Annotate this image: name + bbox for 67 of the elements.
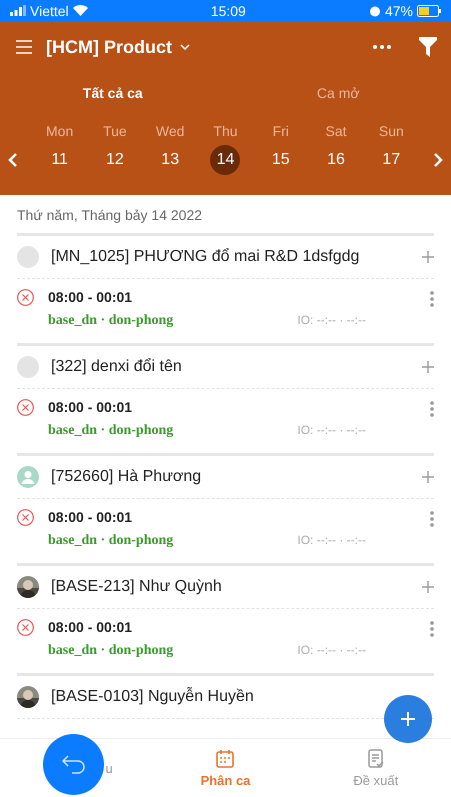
- chevron-down-icon[interactable]: [180, 44, 190, 50]
- tab[interactable]: Ca mở: [226, 75, 451, 111]
- shift-time: 08:00 - 00:01: [48, 509, 134, 525]
- date-button[interactable]: 13: [155, 145, 186, 175]
- employee-name: [322] denxi đổi tên: [51, 358, 183, 376]
- previous-week-button[interactable]: [8, 152, 18, 168]
- alarm-icon: [368, 4, 381, 16]
- add-shift-button[interactable]: [422, 471, 434, 483]
- date-button[interactable]: 14: [210, 145, 240, 175]
- add-shift-button[interactable]: [422, 361, 434, 373]
- employee-name: [BASE-0103] Nguyễn Huyền: [51, 688, 255, 706]
- cancel-icon: [17, 399, 34, 416]
- cancel-icon: [17, 509, 34, 526]
- add-shift-button[interactable]: [422, 251, 434, 263]
- employee-name: [BASE-213] Như Quỳnh: [51, 578, 223, 596]
- document-icon: [366, 748, 385, 768]
- nav-tab[interactable]: u: [0, 739, 150, 797]
- check-in-out-time: IO: --:-- · --:--: [297, 423, 366, 439]
- shift-time: 08:00 - 00:01: [48, 289, 134, 305]
- calendar-icon: [215, 748, 236, 768]
- check-in-out-time: IO: --:-- · --:--: [297, 313, 366, 329]
- plus-icon: [400, 711, 416, 727]
- weekday-label: Wed: [156, 123, 184, 139]
- next-week-button[interactable]: [433, 152, 443, 168]
- weekday-label: Tue: [103, 123, 127, 139]
- shift-location: base_dn · don-phong: [48, 313, 174, 329]
- nav-tab[interactable]: Đề xuất: [300, 739, 451, 797]
- shift-time: 08:00 - 00:01: [48, 399, 134, 415]
- clock-time: 15:09: [210, 2, 246, 18]
- weekday-label: Mon: [46, 123, 74, 139]
- date-button[interactable]: 11: [44, 145, 75, 175]
- date-button[interactable]: 12: [100, 145, 130, 175]
- battery-icon: [417, 4, 441, 16]
- date-button[interactable]: 15: [266, 145, 296, 175]
- shift-location: base_dn · don-phong: [48, 423, 174, 439]
- check-in-out-time: IO: --:-- · --:--: [297, 643, 366, 659]
- employee-name: [752660] Hà Phương: [51, 468, 202, 486]
- weekday-label: Fri: [272, 123, 289, 139]
- more-button[interactable]: [373, 45, 391, 49]
- carrier-name: Viettel: [30, 2, 69, 18]
- menu-button[interactable]: [16, 40, 32, 54]
- battery-percent: 47%: [384, 2, 413, 18]
- avatar: [17, 356, 39, 378]
- nav-tab[interactable]: Phân ca: [150, 739, 301, 797]
- back-arrow-icon: [60, 754, 86, 776]
- avatar: [17, 246, 39, 268]
- shift-location: base_dn · don-phong: [48, 533, 174, 549]
- weekday-label: Sun: [378, 123, 404, 139]
- weekday-label: Sat: [326, 123, 347, 139]
- date-heading: Thứ năm, Tháng bảy 14 2022: [17, 206, 204, 225]
- date-button[interactable]: 16: [321, 145, 352, 175]
- shift-location: base_dn · don-phong: [48, 643, 174, 659]
- cancel-icon: [17, 289, 34, 306]
- add-button[interactable]: [384, 695, 432, 743]
- add-shift-button[interactable]: [422, 581, 434, 593]
- tab[interactable]: Tất cả ca: [0, 75, 226, 111]
- wifi-icon: [72, 5, 88, 16]
- filter-button[interactable]: [419, 37, 437, 57]
- check-in-out-time: IO: --:-- · --:--: [297, 533, 366, 549]
- avatar-icon: [17, 466, 39, 488]
- cancel-icon: [17, 619, 34, 636]
- date-button[interactable]: 17: [376, 145, 406, 175]
- shift-time: 08:00 - 00:01: [48, 619, 134, 635]
- signal-icon: [10, 5, 26, 16]
- employee-name: [MN_1025] PHƯƠNG đổ mai R&D 1dsfgdg: [51, 248, 360, 266]
- page-title[interactable]: [HCM] Product: [46, 36, 172, 58]
- weekday-label: Thu: [213, 123, 238, 139]
